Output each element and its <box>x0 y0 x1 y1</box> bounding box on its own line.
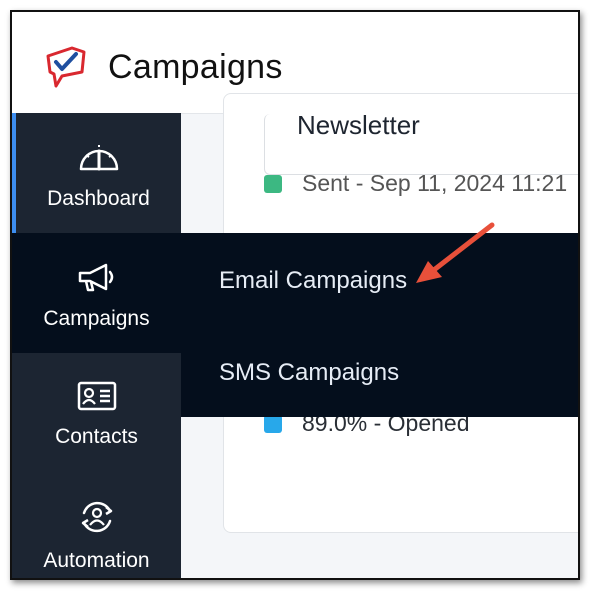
app-title: Campaigns <box>108 48 283 86</box>
sidebar-item-label: Contacts <box>55 425 138 448</box>
speedometer-icon <box>79 145 118 171</box>
sidebar-item-label: Dashboard <box>47 187 150 210</box>
menu-item-email-campaigns[interactable]: Email Campaigns <box>219 267 407 295</box>
campaigns-flyout-menu: Email Campaigns SMS Campaigns <box>181 233 578 417</box>
sent-status-text: Sent - Sep 11, 2024 11:21 <box>302 170 568 196</box>
sidebar-item-contacts[interactable]: Contacts <box>12 353 181 473</box>
megaphone-check-logo-icon <box>46 46 86 88</box>
campaign-name: Newsletter <box>297 110 420 140</box>
menu-item-sms-campaigns[interactable]: SMS Campaigns <box>219 359 399 387</box>
sidebar-item-label: Automation <box>43 549 150 572</box>
campaign-name-box[interactable]: Newsletter <box>264 110 578 175</box>
annotation-arrow-icon <box>416 222 495 283</box>
contact-card-icon <box>77 381 116 411</box>
screenshot-frame: Campaigns Newsletter Sent - Sep 11, 2024… <box>10 10 580 580</box>
next-card-edge <box>223 579 580 580</box>
sidebar-item-dashboard[interactable]: Dashboard <box>12 113 181 233</box>
megaphone-icon <box>78 263 113 292</box>
sidebar-item-campaigns[interactable]: Campaigns <box>12 233 181 353</box>
sent-status-row: Sent - Sep 11, 2024 11:21 <box>264 170 567 197</box>
sidebar: Dashboard Campaigns Contacts Automation <box>12 113 181 578</box>
sidebar-item-automation[interactable]: Automation <box>12 473 181 578</box>
opened-stat-dot <box>264 415 282 433</box>
sent-status-dot <box>264 175 282 193</box>
sidebar-item-label: Campaigns <box>43 307 150 330</box>
automation-cycle-icon <box>81 501 112 533</box>
